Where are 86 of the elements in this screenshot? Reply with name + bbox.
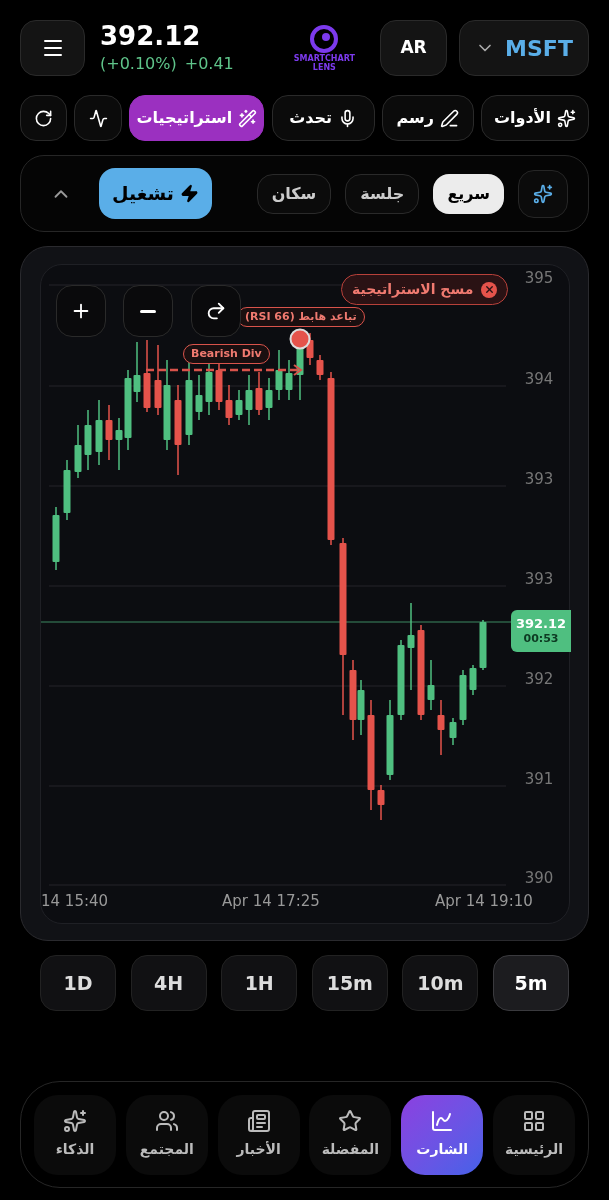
toolbar-icon-button[interactable] [74,95,123,141]
annotation-label: Bearish Div [183,344,270,364]
line-chart-icon [430,1109,455,1133]
candle [437,699,445,756]
microphone-icon [338,108,357,128]
symbol-selector[interactable]: MSFT [459,20,589,76]
y-axis-label: 394 [523,369,555,390]
candle [74,424,82,479]
candle [235,389,243,421]
candle [265,377,273,421]
run-button[interactable]: تشغيل [99,168,212,219]
sparkles-icon [533,183,553,204]
redo-button[interactable] [191,285,241,337]
nav-tab[interactable]: الذكاء [34,1094,116,1175]
y-axis-label: 391 [523,769,555,790]
signal-dot-icon [289,328,311,350]
lightning-icon [179,184,199,203]
menu-button[interactable] [20,20,85,76]
star-icon [338,1109,363,1133]
magic-wand-icon [238,108,258,128]
timeframe-button[interactable]: 1D [40,955,116,1011]
newspaper-icon [246,1109,271,1133]
x-axis-label: Apr 14 19:10 [435,891,533,912]
redo-icon [205,300,227,322]
toolbar-button[interactable]: الأدوات [480,95,589,141]
nav-tab[interactable]: المجتمع [125,1094,208,1175]
close-icon [481,281,498,298]
stock-price: 392.12 [100,20,202,52]
candle [275,349,283,401]
pulse-icon [88,108,108,128]
x-axis-label: Apr 14 17:25 [222,891,320,912]
pencil-icon [440,108,459,128]
candle [225,384,233,426]
last-price-label: 392.12 [515,616,567,632]
refresh-icon [34,108,53,128]
mode-chip[interactable]: جلسة [345,173,420,214]
x-axis-label: 14 15:40 [41,891,109,912]
countdown-label: 00:53 [523,632,559,646]
people-icon [154,1109,179,1133]
timeframe-button[interactable]: 1H [221,955,298,1011]
candle [95,399,103,466]
y-axis-label: 395 [523,268,555,289]
logo-text: SMARTCHART LENS [293,54,355,72]
y-axis-label: 392 [523,669,555,690]
toolbar-button[interactable]: استراتيجيات [129,95,265,141]
candle [459,669,467,726]
grid-icon [522,1109,546,1133]
candle [427,659,435,711]
y-axis-label: 393 [523,569,555,590]
toolbar-icon-button[interactable] [20,95,67,141]
sparkles-icon [63,1109,87,1133]
sparkles-icon [557,108,576,128]
nav-tab[interactable]: الشارت [401,1094,484,1175]
y-axis-label: 393 [523,469,555,490]
candle [245,374,253,426]
candle [469,664,477,696]
candle [105,404,113,461]
candle [449,717,457,746]
mode-chip[interactable]: سريع [433,173,504,214]
candle [52,506,60,571]
nav-tab[interactable]: الأخبار [217,1094,300,1175]
y-axis-label: 390 [523,868,555,889]
timeframe-button[interactable]: 4H [130,955,207,1011]
candle [479,619,487,671]
candle [63,459,71,521]
candle [285,359,293,401]
candle [255,371,263,416]
timeframe-button[interactable]: 5m [492,955,569,1011]
candle [195,374,203,421]
eye-logo-icon [309,24,340,54]
nav-tab[interactable]: المفضلة [309,1094,392,1175]
candle [377,784,385,821]
timeframe-button[interactable]: 10m [402,955,479,1011]
candle [84,409,92,471]
change-value: +0.41 [184,53,234,75]
minus-icon [140,309,156,313]
mode-chip[interactable]: سكان [256,173,332,214]
nav-tab[interactable]: الرئيسية [493,1094,575,1175]
toolbar-button[interactable]: تحدث [271,95,375,141]
language-button[interactable]: AR [380,20,447,76]
change-percent: (+0.10%) [100,53,177,75]
toolbar-button[interactable]: رسم [381,95,474,141]
sparkle-button[interactable] [518,169,568,218]
clear-strategy-button[interactable]: مسح الاستراتيجية [341,274,509,305]
timeframe-button[interactable]: 15m [311,955,388,1011]
candle [316,354,324,381]
